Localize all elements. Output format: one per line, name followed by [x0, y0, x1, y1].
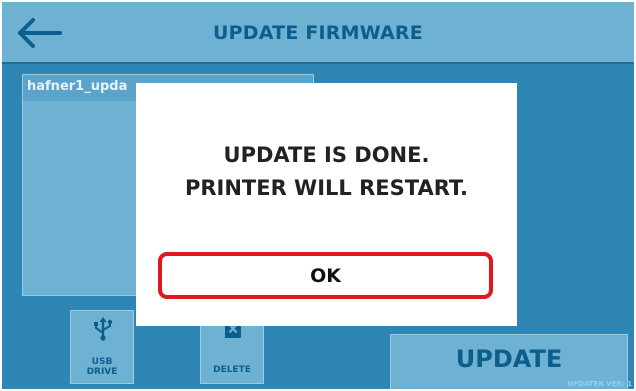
dialog-message: UPDATE IS DONE. PRINTER WILL RESTART.: [136, 139, 517, 205]
usb-drive-button[interactable]: USB DRIVE: [70, 310, 134, 384]
printer-screen: UPDATE FIRMWARE hafner1_upda USB DRIVE D…: [2, 2, 634, 389]
dialog-message-line2: PRINTER WILL RESTART.: [184, 176, 469, 200]
dialog-message-line1: UPDATE IS DONE.: [223, 143, 430, 167]
ok-button[interactable]: OK: [158, 252, 493, 299]
header-bar: UPDATE FIRMWARE: [2, 2, 634, 64]
page-title: UPDATE FIRMWARE: [213, 22, 423, 44]
update-done-dialog: UPDATE IS DONE. PRINTER WILL RESTART. OK: [136, 83, 517, 326]
usb-label-line2: DRIVE: [86, 367, 118, 377]
delete-label: DELETE: [213, 365, 251, 375]
version-label: UPDATER VER: 1: [567, 380, 632, 388]
usb-icon: [94, 317, 113, 341]
usb-label-line1: USB: [91, 357, 113, 367]
